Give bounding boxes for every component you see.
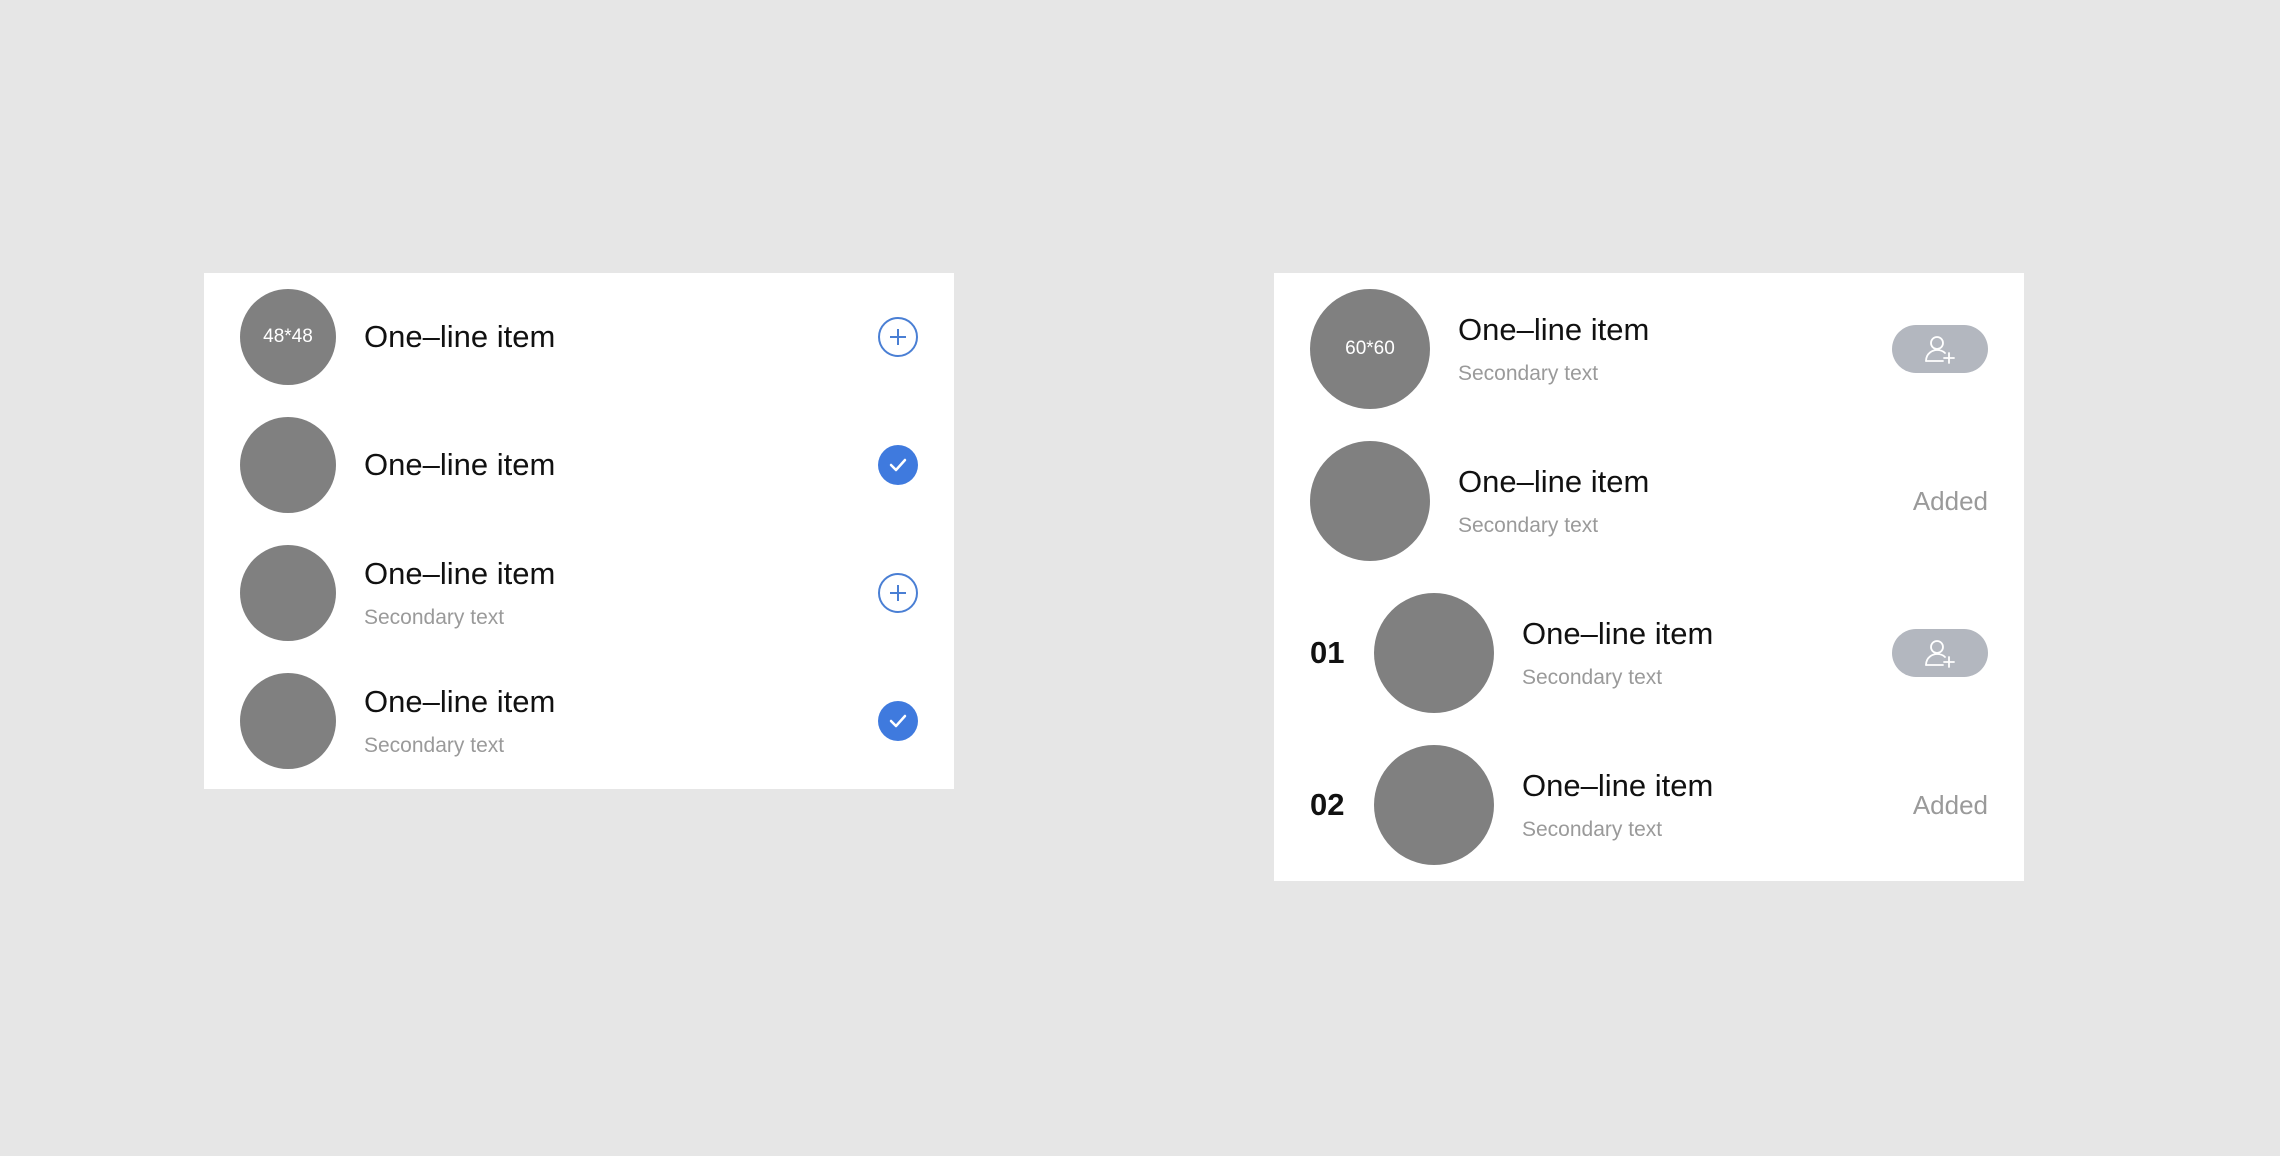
- item-secondary-text: Secondary text: [1458, 514, 1599, 537]
- selected-checkbox[interactable]: [878, 445, 918, 485]
- list-card-small-avatars: 48*48 One–line item One–line item One–li…: [204, 273, 954, 789]
- avatar: 48*48: [240, 289, 336, 385]
- selected-checkbox[interactable]: [878, 701, 918, 741]
- list-item[interactable]: 60*60 One–line item Secondary text: [1274, 273, 2024, 425]
- item-text: One–line item Secondary text: [1458, 310, 1649, 388]
- item-title: One–line item: [1458, 312, 1650, 347]
- check-icon: [889, 714, 907, 728]
- item-title: One–line item: [1522, 768, 1714, 803]
- plus-icon: [890, 329, 906, 345]
- avatar-size-label: 48*48: [263, 326, 313, 347]
- avatar: [240, 673, 336, 769]
- avatar: [240, 545, 336, 641]
- item-title: One–line item: [364, 447, 556, 482]
- item-title: One–line item: [364, 556, 556, 591]
- list-item[interactable]: One–line item: [204, 401, 954, 529]
- item-title: One–line item: [1458, 464, 1650, 499]
- added-status-label: Added: [1912, 485, 1988, 516]
- item-secondary-text: Secondary text: [1522, 818, 1663, 841]
- add-button[interactable]: [878, 573, 918, 613]
- item-text: One–line item Secondary text: [364, 554, 555, 632]
- item-secondary-text: Secondary text: [364, 606, 505, 629]
- rank-number: 01: [1310, 635, 1345, 670]
- user-add-icon: [1925, 336, 1955, 364]
- add-button[interactable]: [878, 317, 918, 357]
- add-friend-button[interactable]: [1892, 325, 1988, 373]
- item-text: One–line item Secondary text: [1522, 766, 1713, 844]
- item-secondary-text: Secondary text: [364, 734, 505, 757]
- item-text: One–line item: [364, 317, 555, 357]
- list-item[interactable]: One–line item Secondary text Added: [1274, 425, 2024, 577]
- item-text: One–line item Secondary text: [1522, 614, 1713, 692]
- list-item[interactable]: 01 One–line item Secondary text: [1274, 577, 2024, 729]
- item-text: One–line item Secondary text: [364, 682, 555, 760]
- item-text: One–line item: [364, 445, 555, 485]
- list-item[interactable]: 48*48 One–line item: [204, 273, 954, 401]
- rank-number: 02: [1310, 787, 1345, 822]
- added-status-label: Added: [1912, 789, 1988, 820]
- list-card-large-avatars: 60*60 One–line item Secondary text One–l…: [1274, 273, 2024, 881]
- avatar: [1374, 745, 1494, 865]
- list-item[interactable]: One–line item Secondary text: [204, 529, 954, 657]
- avatar-size-label: 60*60: [1345, 338, 1395, 359]
- check-icon: [889, 458, 907, 472]
- avatar: [1374, 593, 1494, 713]
- item-title: One–line item: [1522, 616, 1714, 651]
- item-title: One–line item: [364, 684, 556, 719]
- list-item[interactable]: One–line item Secondary text: [204, 657, 954, 785]
- canvas: 48*48 One–line item One–line item One–li…: [0, 0, 2280, 1156]
- avatar: 60*60: [1310, 289, 1430, 409]
- add-friend-button[interactable]: [1892, 629, 1988, 677]
- avatar: [240, 417, 336, 513]
- item-text: One–line item Secondary text: [1458, 462, 1649, 540]
- user-add-icon: [1925, 640, 1955, 668]
- item-title: One–line item: [364, 319, 556, 354]
- avatar: [1310, 441, 1430, 561]
- item-secondary-text: Secondary text: [1458, 362, 1599, 385]
- list-item[interactable]: 02 One–line item Secondary text Added: [1274, 729, 2024, 881]
- item-secondary-text: Secondary text: [1522, 666, 1663, 689]
- plus-icon: [890, 585, 906, 601]
